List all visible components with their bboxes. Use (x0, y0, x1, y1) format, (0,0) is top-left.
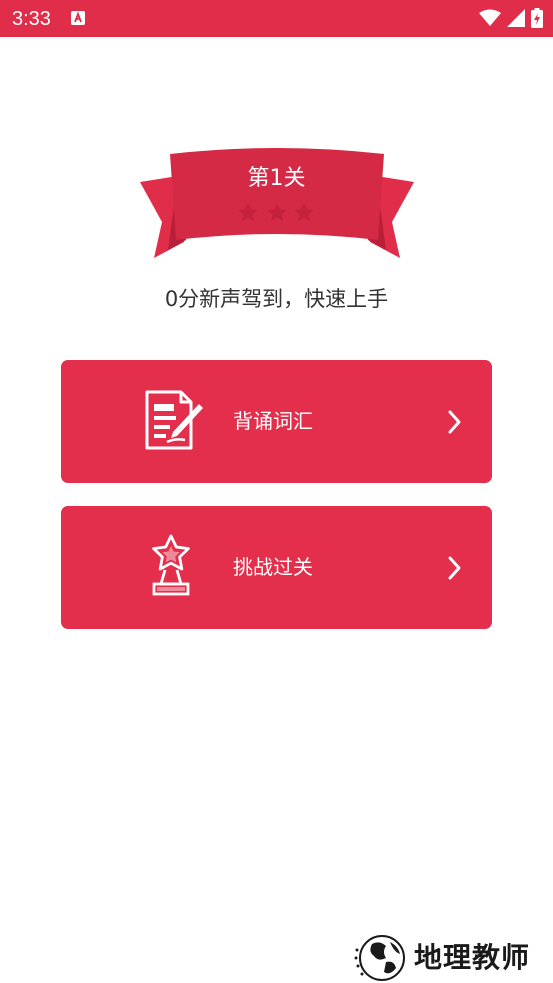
status-bar: 3:33 (0, 0, 553, 37)
signal-icon (507, 9, 525, 31)
document-pen-icon (145, 390, 203, 450)
recite-vocabulary-button[interactable]: 背诵词汇 (61, 360, 492, 483)
challenge-level-button[interactable]: 挑战过关 (61, 506, 492, 629)
chevron-right-icon (448, 410, 461, 434)
status-time: 3:33 (12, 8, 51, 30)
star-trophy-icon (152, 534, 190, 596)
level-title: 第1关 (247, 166, 306, 191)
watermark: 地理教师 (352, 932, 552, 983)
chevron-right-icon (448, 556, 461, 580)
wifi-icon (479, 9, 501, 31)
level-subtitle: 0分新声驾到，快速上手 (164, 287, 389, 311)
battery-charging-icon (531, 8, 543, 32)
notification-a-icon (70, 10, 86, 30)
challenge-level-label: 挑战过关 (233, 555, 313, 579)
globe-logo-icon (354, 935, 405, 981)
ribbon-band (170, 148, 384, 240)
recite-vocabulary-label: 背诵词汇 (233, 409, 313, 433)
watermark-text: 地理教师 (414, 941, 531, 974)
